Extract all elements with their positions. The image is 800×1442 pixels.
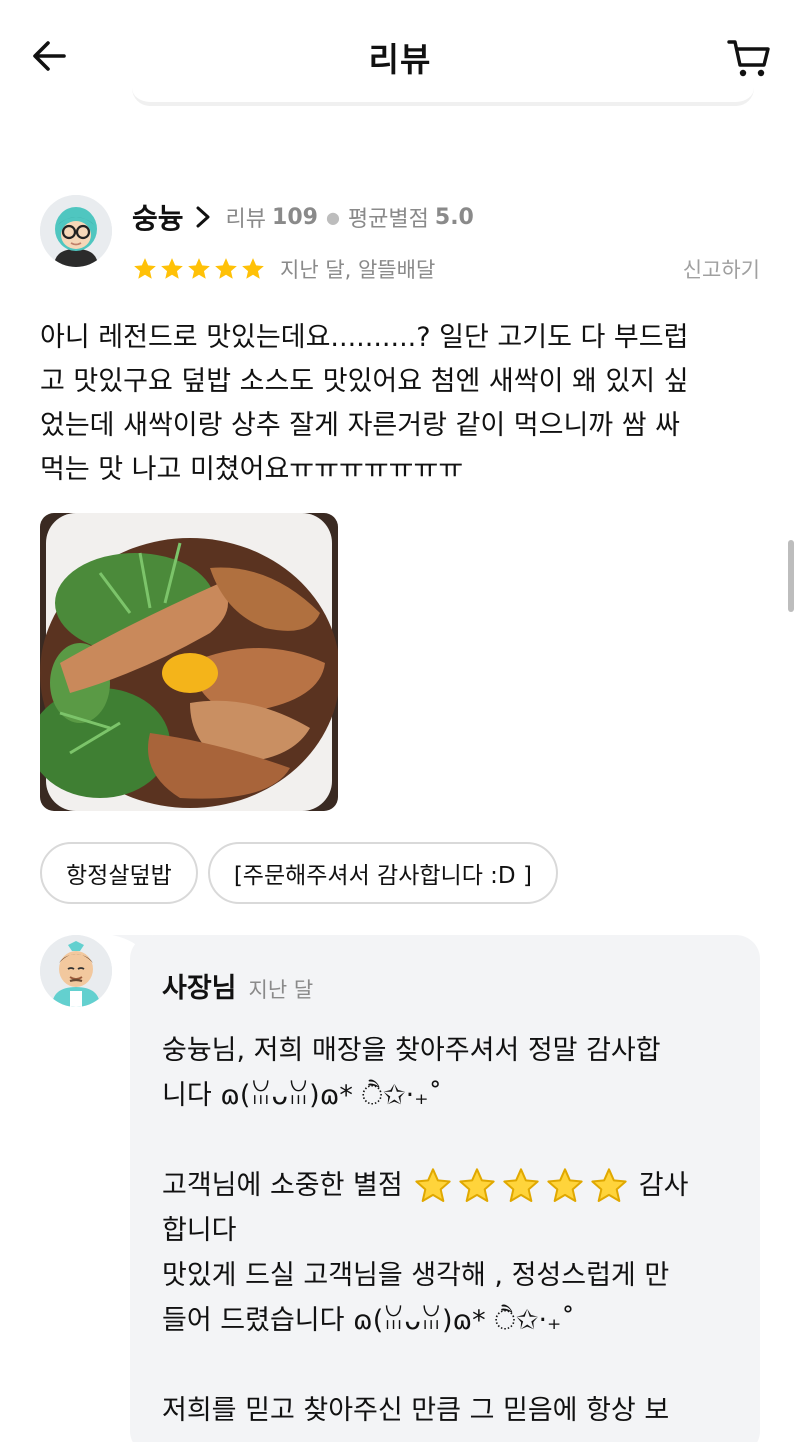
star-icon (547, 1167, 583, 1202)
report-button[interactable]: 신고하기 (660, 254, 760, 284)
star-icon (188, 258, 210, 279)
scrollbar[interactable] (788, 540, 794, 612)
review-text-line: 아니 레전드로 맛있는데요..........? 일단 고기도 다 부드럽 (40, 322, 689, 353)
owner-avatar-icon (40, 935, 112, 1007)
star-icon (591, 1167, 627, 1202)
reviewer-name[interactable]: 숭늉 (132, 197, 184, 237)
reply-text-line: 저희를 믿고 찾아주신 만큼 그 믿음에 항상 보 (162, 1395, 670, 1426)
review-text-line: 었는데 새싹이랑 상추 잘게 자른거랑 같이 먹으니까 쌈 싸 (40, 410, 680, 441)
user-avatar-icon (40, 195, 112, 267)
top-app-bar: 리뷰 (0, 0, 800, 110)
star-icon (215, 258, 237, 279)
review-body: 아니 레전드로 맛있는데요..........? 일단 고기도 다 부드럽 고 … (40, 316, 760, 492)
star-icon (134, 258, 156, 279)
reply-text-line: 합니다 (162, 1215, 237, 1246)
separator-dot: ● (325, 207, 340, 227)
avg-rating-label: 평균별점 (347, 207, 429, 232)
review-count: 109 (272, 204, 318, 230)
reply-text-line: 고객님에 소중한 별점 감사 (162, 1163, 742, 1208)
review-count-label: 리뷰 (225, 207, 267, 232)
page-title: 리뷰 (368, 40, 432, 79)
reply-text-line: 숭늉님, 저희 매장을 찾아주셔서 정말 감사합 (162, 1035, 661, 1066)
reply-blank-line (162, 1343, 742, 1388)
chevron-right-icon (196, 206, 210, 228)
review-text-line: 고 맛있구요 덮밥 소스도 맛있어요 첨엔 새싹이 왜 있지 싶 (40, 366, 689, 397)
owner-name: 사장님 (162, 973, 237, 1004)
owner-avatar (40, 935, 112, 1007)
review-photo[interactable] (40, 513, 338, 811)
food-photo-image (40, 513, 338, 811)
menu-tag-chip[interactable]: [주문해주셔서 감사합니다 :D ] (207, 842, 558, 904)
star-icon (161, 258, 183, 279)
rating-row: 지난 달, 알뜰배달 (132, 252, 435, 286)
reply-blank-line (162, 1118, 742, 1163)
owner-reply-header: 사장님 지난 달 (162, 966, 313, 1005)
star-rating (132, 256, 266, 282)
owner-reply-time: 지난 달 (248, 978, 314, 1002)
reviewer-avatar[interactable] (40, 195, 112, 267)
star-icon (242, 258, 264, 279)
review-text-line: 먹는 맛 나고 미쳤어요ㅠㅠㅠㅠㅠㅠㅠ (40, 454, 464, 485)
menu-tags: 항정살덮밥 [주문해주셔서 감사합니다 :D ] (40, 842, 558, 904)
reply-text-segment: 감사 (638, 1170, 689, 1201)
reply-text-segment: 고객님에 소중한 별점 (162, 1170, 403, 1201)
review-meta: 지난 달, 알뜰배달 (280, 258, 436, 282)
inline-star-emojis (413, 1166, 629, 1206)
reviewer-info[interactable]: 숭늉 리뷰 109 ● 평균별점 5.0 (132, 198, 474, 236)
star-icon (415, 1167, 451, 1202)
owner-reply-body: 숭늉님, 저희 매장을 찾아주셔서 정말 감사합 니다 ɷ(ꈍᴗꈍ)ɷ* ੈ✩‧… (162, 1028, 742, 1433)
avg-rating: 5.0 (434, 204, 474, 230)
cart-button[interactable] (726, 34, 772, 80)
cart-icon (727, 40, 770, 77)
reply-text-line: 들어 드렸습니다 ɷ(ꈍᴗꈍ)ɷ* ੈ✩‧₊˚ (162, 1305, 575, 1336)
star-icon (503, 1167, 539, 1202)
menu-tag-chip[interactable]: 항정살덮밥 (40, 842, 198, 904)
previous-card-edge (132, 82, 754, 106)
star-icon (459, 1167, 495, 1202)
reply-text-line: 맛있게 드실 고객님을 생각해 , 정성스럽게 만 (162, 1260, 670, 1291)
reply-text-line: 니다 ɷ(ꈍᴗꈍ)ɷ* ੈ✩‧₊˚ (162, 1080, 442, 1111)
